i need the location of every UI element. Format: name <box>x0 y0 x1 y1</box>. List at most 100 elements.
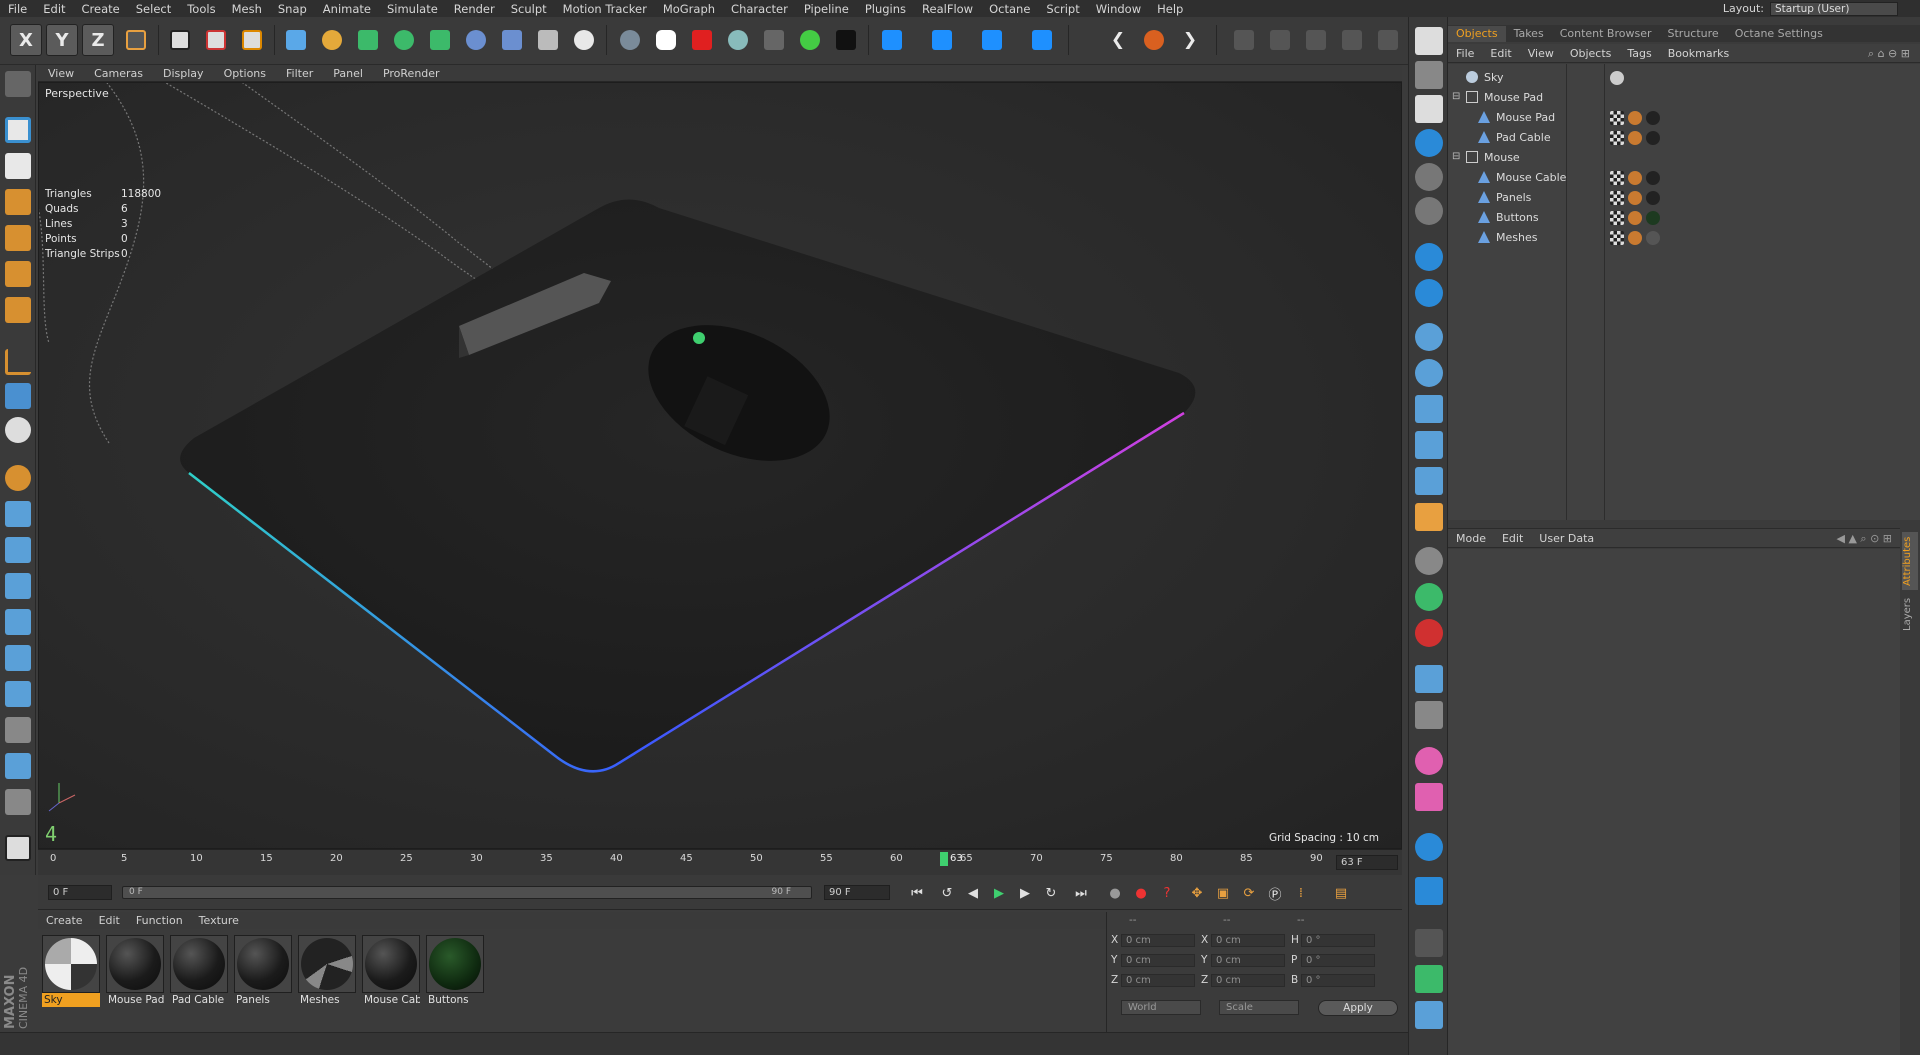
extrude-icon[interactable] <box>5 573 31 599</box>
size-z-field[interactable]: 0 cm <box>1211 974 1285 987</box>
y-axis-lock-button[interactable]: Y <box>46 24 78 56</box>
psr-icon[interactable] <box>1228 24 1260 56</box>
subdivision-icon[interactable] <box>352 24 384 56</box>
phong-tag-icon[interactable] <box>1628 171 1642 185</box>
phong-tag-icon[interactable] <box>1628 191 1642 205</box>
spline-circle-icon[interactable] <box>1415 323 1443 351</box>
coordinate-system-button[interactable] <box>120 24 152 56</box>
viewport-menu-cameras[interactable]: Cameras <box>84 67 153 80</box>
material-menu-edit[interactable]: Edit <box>91 914 128 927</box>
cube-icon[interactable] <box>280 24 312 56</box>
material-tag-icon[interactable] <box>1646 131 1660 145</box>
3d-viewport[interactable]: Perspective Triangles 118800 Quads 6 Lines… <box>38 82 1402 849</box>
key-point-level-icon[interactable]: ⁞ <box>1290 883 1312 903</box>
om-menu-file[interactable]: File <box>1448 47 1482 60</box>
octane-settings-icon[interactable] <box>794 24 826 56</box>
size-x-field[interactable]: 0 cm <box>1211 934 1285 947</box>
menu-mesh[interactable]: Mesh <box>224 2 270 16</box>
render-settings-icon[interactable] <box>236 24 268 56</box>
menu-tools[interactable]: Tools <box>179 2 223 16</box>
collapse-icon[interactable]: ⊟ <box>1452 91 1460 102</box>
menu-animate[interactable]: Animate <box>315 2 379 16</box>
viewport-menu-view[interactable]: View <box>38 67 84 80</box>
material-swatch[interactable]: Meshes <box>298 935 356 1009</box>
side-tab-attributes[interactable]: Attributes <box>1902 532 1918 590</box>
octane-camera-icon[interactable] <box>1415 27 1443 55</box>
material-swatch[interactable]: Panels <box>234 935 292 1009</box>
edges-mode-icon[interactable] <box>5 261 31 287</box>
key-position-icon[interactable]: ✥ <box>1186 883 1208 903</box>
position-z-field[interactable]: 0 cm <box>1121 974 1195 987</box>
floor-icon[interactable] <box>496 24 528 56</box>
picture-viewer-icon[interactable] <box>5 835 31 861</box>
knife-icon[interactable] <box>5 537 31 563</box>
side-tab-layers[interactable]: Layers <box>1902 596 1918 632</box>
deformer-icon[interactable] <box>424 24 456 56</box>
end-frame-field[interactable]: 90 F <box>824 885 890 900</box>
octane-scatter-icon[interactable] <box>1026 24 1058 56</box>
start-frame-field[interactable]: 0 F <box>48 885 112 900</box>
previous-frame-icon[interactable]: ◀ <box>962 883 984 903</box>
workplane-mode-icon[interactable] <box>5 189 31 215</box>
menu-plugins[interactable]: Plugins <box>857 2 914 16</box>
om-menu-edit[interactable]: Edit <box>1482 47 1519 60</box>
object-row[interactable]: Buttons <box>1448 208 1920 228</box>
rotation-p-field[interactable]: 0 ° <box>1301 954 1375 967</box>
menu-select[interactable]: Select <box>128 2 179 16</box>
material-swatch[interactable]: Mouse Pad <box>106 935 164 1009</box>
snap-icon[interactable] <box>1264 24 1296 56</box>
object-row[interactable]: Panels <box>1448 188 1920 208</box>
material-tag-icon[interactable] <box>1646 191 1660 205</box>
previous-arrow-icon[interactable]: ❮ <box>1102 24 1134 56</box>
om-menu-view[interactable]: View <box>1520 47 1562 60</box>
octane-volume-icon[interactable] <box>976 24 1008 56</box>
go-to-end-icon[interactable]: ⏭ <box>1070 883 1092 903</box>
record-keys-icon[interactable]: ● <box>1104 883 1126 903</box>
undo-view-icon[interactable] <box>5 71 31 97</box>
brush-icon[interactable] <box>5 501 31 527</box>
field-icon[interactable] <box>460 24 492 56</box>
position-y-field[interactable]: 0 cm <box>1121 954 1195 967</box>
attr-navigation-icon[interactable]: ◀ ▲ ⌕ ⊙ ⊞ <box>1837 532 1893 546</box>
uvw-tag-icon[interactable] <box>1610 191 1624 205</box>
timeline-ruler[interactable]: 0 5 10 15 20 25 30 35 40 45 50 55 60 65 … <box>38 849 1402 875</box>
next-key-icon[interactable]: ↻ <box>1040 883 1062 903</box>
distance-icon[interactable] <box>1415 395 1443 423</box>
tab-content-browser[interactable]: Content Browser <box>1552 26 1660 42</box>
menu-sculpt[interactable]: Sculpt <box>503 2 555 16</box>
object-row[interactable]: Mouse Cable <box>1448 168 1920 188</box>
octane-live-viewer-icon[interactable] <box>614 24 646 56</box>
octane-s-icon[interactable] <box>1415 129 1443 157</box>
previous-key-icon[interactable]: ↺ <box>936 883 958 903</box>
menu-create[interactable]: Create <box>74 2 128 16</box>
light-icon[interactable] <box>568 24 600 56</box>
material-swatch[interactable]: Sky <box>42 935 100 1009</box>
autokey-icon[interactable]: ● <box>1130 883 1152 903</box>
next-frame-icon[interactable]: ▶ <box>1014 883 1036 903</box>
phong-tag-icon[interactable] <box>1628 211 1642 225</box>
uvw-tag-icon[interactable] <box>1610 111 1624 125</box>
current-frame-field[interactable]: 63 F <box>1336 855 1398 870</box>
key-rotation-icon[interactable]: ⟳ <box>1238 883 1260 903</box>
object-row[interactable]: ⊟ Mouse Pad <box>1448 88 1920 108</box>
menu-mograph[interactable]: MoGraph <box>655 2 723 16</box>
attr-menu-edit[interactable]: Edit <box>1494 532 1531 545</box>
solo-icon[interactable] <box>5 417 31 443</box>
z-axis-lock-button[interactable]: Z <box>82 24 114 56</box>
cloner-icon[interactable] <box>388 24 420 56</box>
sphere-icon[interactable] <box>1415 163 1443 191</box>
menu-pipeline[interactable]: Pipeline <box>796 2 857 16</box>
uv-grid-icon[interactable] <box>1415 1001 1443 1029</box>
object-row[interactable]: Mouse Pad <box>1448 108 1920 128</box>
go-to-start-icon[interactable]: ⏮ <box>906 883 928 903</box>
tab-takes[interactable]: Takes <box>1506 26 1552 42</box>
octane-logo-icon[interactable] <box>1138 24 1170 56</box>
play-circle-icon[interactable] <box>1415 833 1443 861</box>
object-row[interactable]: Pad Cable <box>1448 128 1920 148</box>
octane-daylight-icon[interactable] <box>722 24 754 56</box>
menu-snap[interactable]: Snap <box>270 2 315 16</box>
line-cut-icon[interactable] <box>5 753 31 779</box>
quantize-icon[interactable] <box>1372 24 1404 56</box>
menu-motion-tracker[interactable]: Motion Tracker <box>555 2 655 16</box>
om-menu-objects[interactable]: Objects <box>1562 47 1620 60</box>
